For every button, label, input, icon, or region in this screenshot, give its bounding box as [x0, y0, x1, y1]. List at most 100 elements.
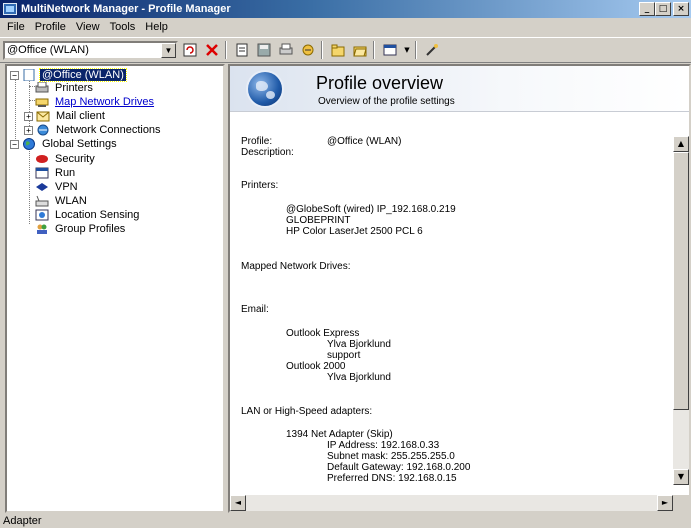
tree-item-root[interactable]: − @Office (WLAN) — [10, 68, 127, 82]
tree-label-vpn: VPN — [55, 181, 78, 193]
overview-header: Profile overview Overview of the profile… — [230, 66, 689, 112]
tree-item-vpn[interactable]: VPN — [35, 180, 80, 194]
email-client: Outlook 2000 — [286, 361, 346, 372]
grid-view-icon — [383, 44, 397, 56]
tree-item-group-profiles[interactable]: Group Profiles — [35, 222, 127, 236]
app-icon — [3, 3, 17, 15]
security-icon — [35, 153, 49, 165]
horizontal-scrollbar[interactable]: ◄ ► — [230, 495, 673, 511]
maximize-button[interactable]: □ — [655, 2, 671, 16]
connect-button[interactable] — [298, 40, 318, 60]
lan-label: LAN or High-Speed adapters: — [241, 406, 373, 417]
chevron-down-icon[interactable]: ▼ — [161, 42, 176, 58]
arrow-down-icon: ▼ — [677, 472, 685, 481]
scroll-left-button[interactable]: ◄ — [230, 495, 246, 511]
printer-item: @GlobeSoft (wired) IP_192.168.0.219 — [286, 204, 456, 215]
tree-label-wlan: WLAN — [55, 195, 87, 207]
status-text: Adapter — [3, 515, 42, 527]
toolbar-separator — [225, 41, 227, 59]
save-button[interactable] — [254, 40, 274, 60]
menu-tools[interactable]: Tools — [105, 21, 141, 33]
toolbar-separator — [373, 41, 375, 59]
toolbar-separator — [415, 41, 417, 59]
profile-combo[interactable]: @Office (WLAN) ▼ — [3, 40, 178, 60]
printer-icon — [35, 81, 49, 94]
tree-label-global-settings: Global Settings — [42, 138, 117, 150]
collapse-icon[interactable]: − — [10, 139, 19, 149]
expand-icon[interactable]: + — [24, 125, 33, 135]
view-button[interactable] — [380, 40, 400, 60]
scroll-right-button[interactable]: ► — [657, 495, 673, 511]
toolbar: @Office (WLAN) ▼ ▼ — [0, 37, 691, 63]
collapse-icon[interactable]: − — [10, 70, 19, 80]
drives-label: Mapped Network Drives: — [241, 261, 351, 272]
wlan-icon — [35, 195, 49, 207]
delete-icon — [206, 44, 218, 56]
email-label: Email: — [241, 304, 269, 315]
globe-icon — [22, 138, 36, 150]
new-folder-button[interactable] — [328, 40, 348, 60]
tree-item-mail-client[interactable]: + Mail client — [24, 109, 107, 123]
email-account: Ylva Bjorklund — [327, 372, 391, 383]
scroll-down-button[interactable]: ▼ — [673, 469, 689, 485]
switch-profile-button[interactable] — [180, 40, 200, 60]
open-folder-button[interactable] — [350, 40, 370, 60]
printer-item: HP Color LaserJet 2500 PCL 6 — [286, 226, 423, 237]
menu-view[interactable]: View — [71, 21, 105, 33]
description-label: Description: — [241, 147, 294, 158]
profile-combo-value: @Office (WLAN) — [7, 44, 89, 56]
menu-help[interactable]: Help — [140, 21, 173, 33]
adapter-name: 1394 Net Adapter (Skip) — [286, 429, 393, 440]
refresh-icon — [183, 43, 197, 57]
email-client: Outlook Express — [286, 328, 360, 339]
wizard-button[interactable] — [422, 40, 442, 60]
run-icon — [35, 167, 49, 179]
connect-icon — [302, 44, 314, 56]
save-icon — [257, 43, 271, 57]
tree-item-map-drives[interactable]: Map Network Drives — [35, 95, 156, 109]
tree-item-network-connections[interactable]: + Network Connections — [24, 123, 163, 137]
tree-item-run[interactable]: Run — [35, 166, 77, 180]
vertical-scrollbar[interactable]: ▲ ▼ — [673, 136, 689, 485]
printers-label: Printers: — [241, 180, 279, 191]
vertical-scroll-thumb[interactable] — [673, 152, 689, 410]
profile-tree[interactable]: − @Office (WLAN) Printers Map Network Dr… — [5, 64, 225, 513]
menu-bar: File Profile View Tools Help — [0, 18, 691, 36]
delete-button[interactable] — [202, 40, 222, 60]
menu-file[interactable]: File — [2, 21, 30, 33]
tree-item-printers[interactable]: Printers — [35, 81, 95, 95]
status-bar: Adapter — [0, 514, 691, 528]
tree-label-printers: Printers — [55, 82, 93, 94]
printer-icon — [279, 43, 293, 55]
tree-item-security[interactable]: Security — [35, 152, 97, 166]
mail-icon — [36, 110, 50, 122]
minimize-button[interactable]: _ — [639, 2, 655, 16]
adapter-ip: IP Address: 192.168.0.33 — [327, 440, 440, 451]
title-bar: MultiNetwork Manager - Profile Manager _… — [0, 0, 691, 18]
folder-open-icon — [353, 46, 367, 57]
tree-label-map-drives: Map Network Drives — [55, 96, 155, 108]
adapter-dns: Preferred DNS: 192.168.0.15 — [327, 473, 457, 484]
chevron-down-icon: ▼ — [404, 46, 410, 54]
location-icon — [35, 209, 49, 221]
arrow-up-icon: ▲ — [677, 139, 685, 148]
tree-item-global-settings[interactable]: − Global Settings — [10, 137, 119, 151]
print-button[interactable] — [276, 40, 296, 60]
view-dropdown[interactable]: ▼ — [402, 40, 412, 60]
tree-item-location-sensing[interactable]: Location Sensing — [35, 208, 141, 222]
tree-label-root: @Office (WLAN) — [39, 68, 127, 82]
overview-subtitle: Overview of the profile settings — [318, 96, 455, 107]
toolbar-separator — [321, 41, 323, 59]
overview-title: Profile overview — [316, 73, 444, 93]
network-icon — [36, 124, 50, 136]
expand-icon[interactable]: + — [24, 111, 33, 121]
profile-value: @Office (WLAN) — [327, 136, 402, 147]
profile-icon — [22, 68, 36, 82]
menu-profile[interactable]: Profile — [30, 21, 71, 33]
tree-item-wlan[interactable]: WLAN — [35, 194, 89, 208]
tree-label-group-profiles: Group Profiles — [55, 223, 126, 235]
properties-button[interactable] — [232, 40, 252, 60]
scroll-up-button[interactable]: ▲ — [673, 136, 689, 152]
folder-icon — [331, 44, 345, 57]
close-button[interactable]: × — [673, 2, 689, 16]
